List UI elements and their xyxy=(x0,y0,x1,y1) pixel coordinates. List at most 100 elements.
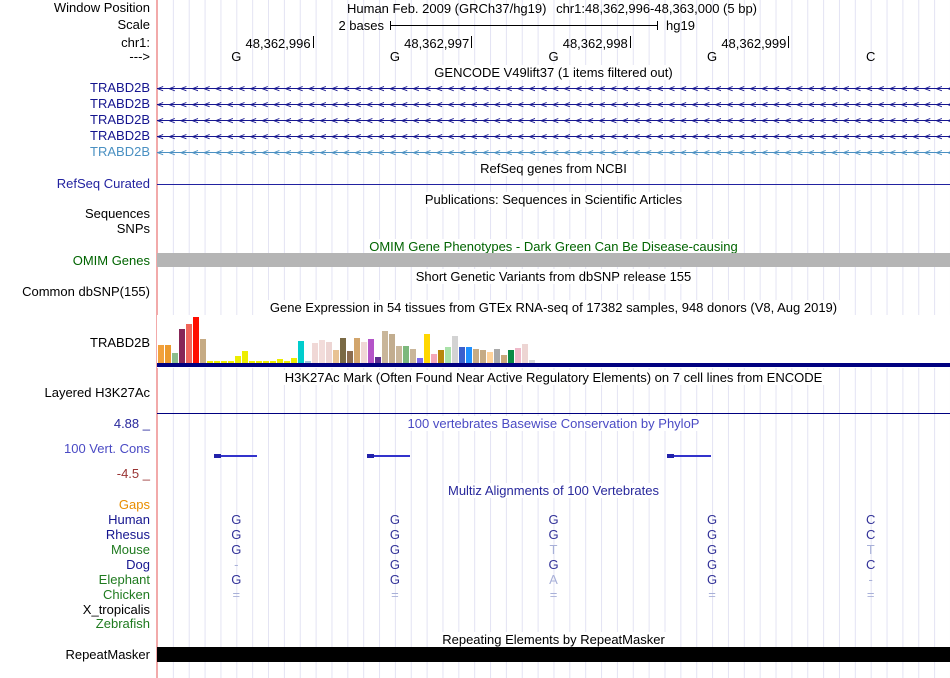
gtex-tissue-bar[interactable] xyxy=(445,347,451,363)
gencode-track-title[interactable]: GENCODE V49lift37 (1 items filtered out) xyxy=(157,65,950,80)
gtex-tissue-bar[interactable] xyxy=(319,340,325,363)
multiz-aligned-base: G xyxy=(389,572,400,587)
gtex-tissue-bar[interactable] xyxy=(172,353,178,363)
multiz-aligned-base: G xyxy=(389,557,400,572)
multiz-aligned-base: G xyxy=(707,527,718,542)
multiz-species-label[interactable]: Dog xyxy=(0,558,150,572)
gtex-tissue-bar[interactable] xyxy=(473,349,479,363)
repeatmasker-bar[interactable] xyxy=(157,647,950,662)
common-dbsnp-label[interactable]: Common dbSNP(155) xyxy=(0,285,150,299)
genome-browser-image: Window Position Human Feb. 2009 (GRCh37/… xyxy=(0,0,950,678)
phylop-track-title[interactable]: 100 vertebrates Basewise Conservation by… xyxy=(157,416,950,431)
repeatmasker-label[interactable]: RepeatMasker xyxy=(0,648,150,662)
gtex-tissue-bar[interactable] xyxy=(508,350,514,363)
h3k27ac-track-title[interactable]: H3K27Ac Mark (Often Found Near Active Re… xyxy=(157,370,950,385)
gtex-tissue-bar[interactable] xyxy=(361,342,367,363)
gtex-tissue-bar[interactable] xyxy=(431,354,437,363)
gtex-tissue-bar[interactable] xyxy=(179,329,185,363)
vert-cons-label[interactable]: 100 Vert. Cons xyxy=(0,442,150,456)
gencode-gene-item[interactable]: <<<<<<<<<<<<<<<<<<<<<<<<<<<<<<<<<<<<<<<<… xyxy=(157,97,950,112)
publications-track-title[interactable]: Publications: Sequences in Scientific Ar… xyxy=(157,192,950,207)
gtex-tissue-bar[interactable] xyxy=(410,349,416,363)
gtex-tissue-bar[interactable] xyxy=(487,352,493,363)
gtex-tissue-bar[interactable] xyxy=(158,345,164,363)
gtex-tissue-bar[interactable] xyxy=(186,324,192,363)
phylop-segment[interactable] xyxy=(367,454,410,458)
gtex-tissue-bar[interactable] xyxy=(501,355,507,363)
chrom-label: chr1: xyxy=(121,35,150,50)
gtex-tissue-bar[interactable] xyxy=(242,351,248,363)
gtex-tissue-bar[interactable] xyxy=(438,350,444,363)
multiz-track-title[interactable]: Multiz Alignments of 100 Vertebrates xyxy=(157,483,950,498)
gtex-tissue-bar[interactable] xyxy=(396,346,402,363)
multiz-species-label[interactable]: Gaps xyxy=(0,498,150,512)
multiz-aligned-base: C xyxy=(865,527,876,542)
gene-direction-arrows: <<<<<<<<<<<<<<<<<<<<<<<<<<<<<<<<<<<<<<<<… xyxy=(157,146,950,159)
gtex-tissue-bar[interactable] xyxy=(466,347,472,363)
gene-direction-arrows: <<<<<<<<<<<<<<<<<<<<<<<<<<<<<<<<<<<<<<<<… xyxy=(157,82,950,95)
gtex-gene-label[interactable]: TRABD2B xyxy=(0,336,150,350)
direction-label: ---> xyxy=(129,49,150,64)
omim-gene-bar[interactable] xyxy=(157,253,950,267)
gtex-tissue-bar[interactable] xyxy=(494,349,500,363)
repeatmasker-track-title[interactable]: Repeating Elements by RepeatMasker xyxy=(157,632,950,647)
gtex-tissue-bar[interactable] xyxy=(165,345,171,363)
gencode-gene-item[interactable]: <<<<<<<<<<<<<<<<<<<<<<<<<<<<<<<<<<<<<<<<… xyxy=(157,113,950,128)
gtex-tissue-bar[interactable] xyxy=(200,339,206,363)
gencode-gene-item[interactable]: <<<<<<<<<<<<<<<<<<<<<<<<<<<<<<<<<<<<<<<<… xyxy=(157,81,950,96)
scale-bar-right-tick xyxy=(657,21,658,30)
gtex-tissue-bar[interactable] xyxy=(347,351,353,363)
phylop-segment[interactable] xyxy=(214,454,257,458)
gtex-tissue-bar[interactable] xyxy=(382,331,388,363)
multiz-species-label[interactable]: Human xyxy=(0,513,150,527)
gtex-tissue-bar[interactable] xyxy=(354,338,360,363)
gene-direction-arrows: <<<<<<<<<<<<<<<<<<<<<<<<<<<<<<<<<<<<<<<<… xyxy=(157,98,950,111)
gtex-tissue-bar[interactable] xyxy=(522,344,528,363)
gencode-gene-label[interactable]: TRABD2B xyxy=(0,81,150,95)
layered-h3k27ac-label[interactable]: Layered H3K27Ac xyxy=(0,386,150,400)
gtex-tissue-bar[interactable] xyxy=(424,334,430,363)
gencode-gene-label[interactable]: TRABD2B xyxy=(0,129,150,143)
gtex-track-title[interactable]: Gene Expression in 54 tissues from GTEx … xyxy=(157,300,950,315)
gtex-tissue-bar[interactable] xyxy=(193,317,199,363)
gtex-baseline xyxy=(157,363,950,367)
gencode-gene-label[interactable]: TRABD2B xyxy=(0,97,150,111)
multiz-species-label[interactable]: Chicken xyxy=(0,588,150,602)
gtex-tissue-bar[interactable] xyxy=(340,338,346,363)
multiz-species-label[interactable]: Elephant xyxy=(0,573,150,587)
sequences-label[interactable]: Sequences xyxy=(0,207,150,221)
gencode-gene-item[interactable]: <<<<<<<<<<<<<<<<<<<<<<<<<<<<<<<<<<<<<<<<… xyxy=(157,145,950,160)
refseq-curated-item[interactable] xyxy=(157,184,950,185)
refseq-track-title[interactable]: RefSeq genes from NCBI xyxy=(157,161,950,176)
gtex-tissue-bar[interactable] xyxy=(235,356,241,363)
multiz-species-label[interactable]: Mouse xyxy=(0,543,150,557)
gencode-gene-item[interactable]: <<<<<<<<<<<<<<<<<<<<<<<<<<<<<<<<<<<<<<<<… xyxy=(157,129,950,144)
snps-label[interactable]: SNPs xyxy=(0,222,150,236)
gtex-tissue-bar[interactable] xyxy=(333,350,339,363)
multiz-species-label[interactable]: Rhesus xyxy=(0,528,150,542)
coordinate-value: 48,362,996 xyxy=(245,36,311,51)
gtex-tissue-bar[interactable] xyxy=(403,346,409,363)
refseq-curated-label[interactable]: RefSeq Curated xyxy=(0,177,150,191)
reference-base: G xyxy=(389,49,400,64)
phylop-segment[interactable] xyxy=(667,454,711,458)
gtex-tissue-bar[interactable] xyxy=(298,341,304,363)
gtex-tissue-bar[interactable] xyxy=(326,342,332,363)
gtex-tissue-bar[interactable] xyxy=(459,347,465,363)
gtex-tissue-bar[interactable] xyxy=(515,348,521,363)
gtex-tissue-bar[interactable] xyxy=(389,334,395,363)
gtex-tissue-bar[interactable] xyxy=(480,350,486,363)
gtex-tissue-bar[interactable] xyxy=(452,336,458,363)
multiz-species-label[interactable]: Zebrafish xyxy=(0,617,150,631)
gencode-gene-label[interactable]: TRABD2B xyxy=(0,113,150,127)
multiz-aligned-base: - xyxy=(868,572,873,587)
coordinate-tick xyxy=(471,36,473,48)
omim-genes-label[interactable]: OMIM Genes xyxy=(0,254,150,268)
gencode-gene-label[interactable]: TRABD2B xyxy=(0,145,150,159)
multiz-species-label[interactable]: X_tropicalis xyxy=(0,603,150,617)
dbsnp-track-title[interactable]: Short Genetic Variants from dbSNP releas… xyxy=(157,269,950,284)
gtex-tissue-bar[interactable] xyxy=(312,343,318,363)
omim-track-title[interactable]: OMIM Gene Phenotypes - Dark Green Can Be… xyxy=(157,239,950,254)
assembly-title: Human Feb. 2009 (GRCh37/hg19) xyxy=(347,1,547,16)
gtex-tissue-bar[interactable] xyxy=(368,339,374,363)
